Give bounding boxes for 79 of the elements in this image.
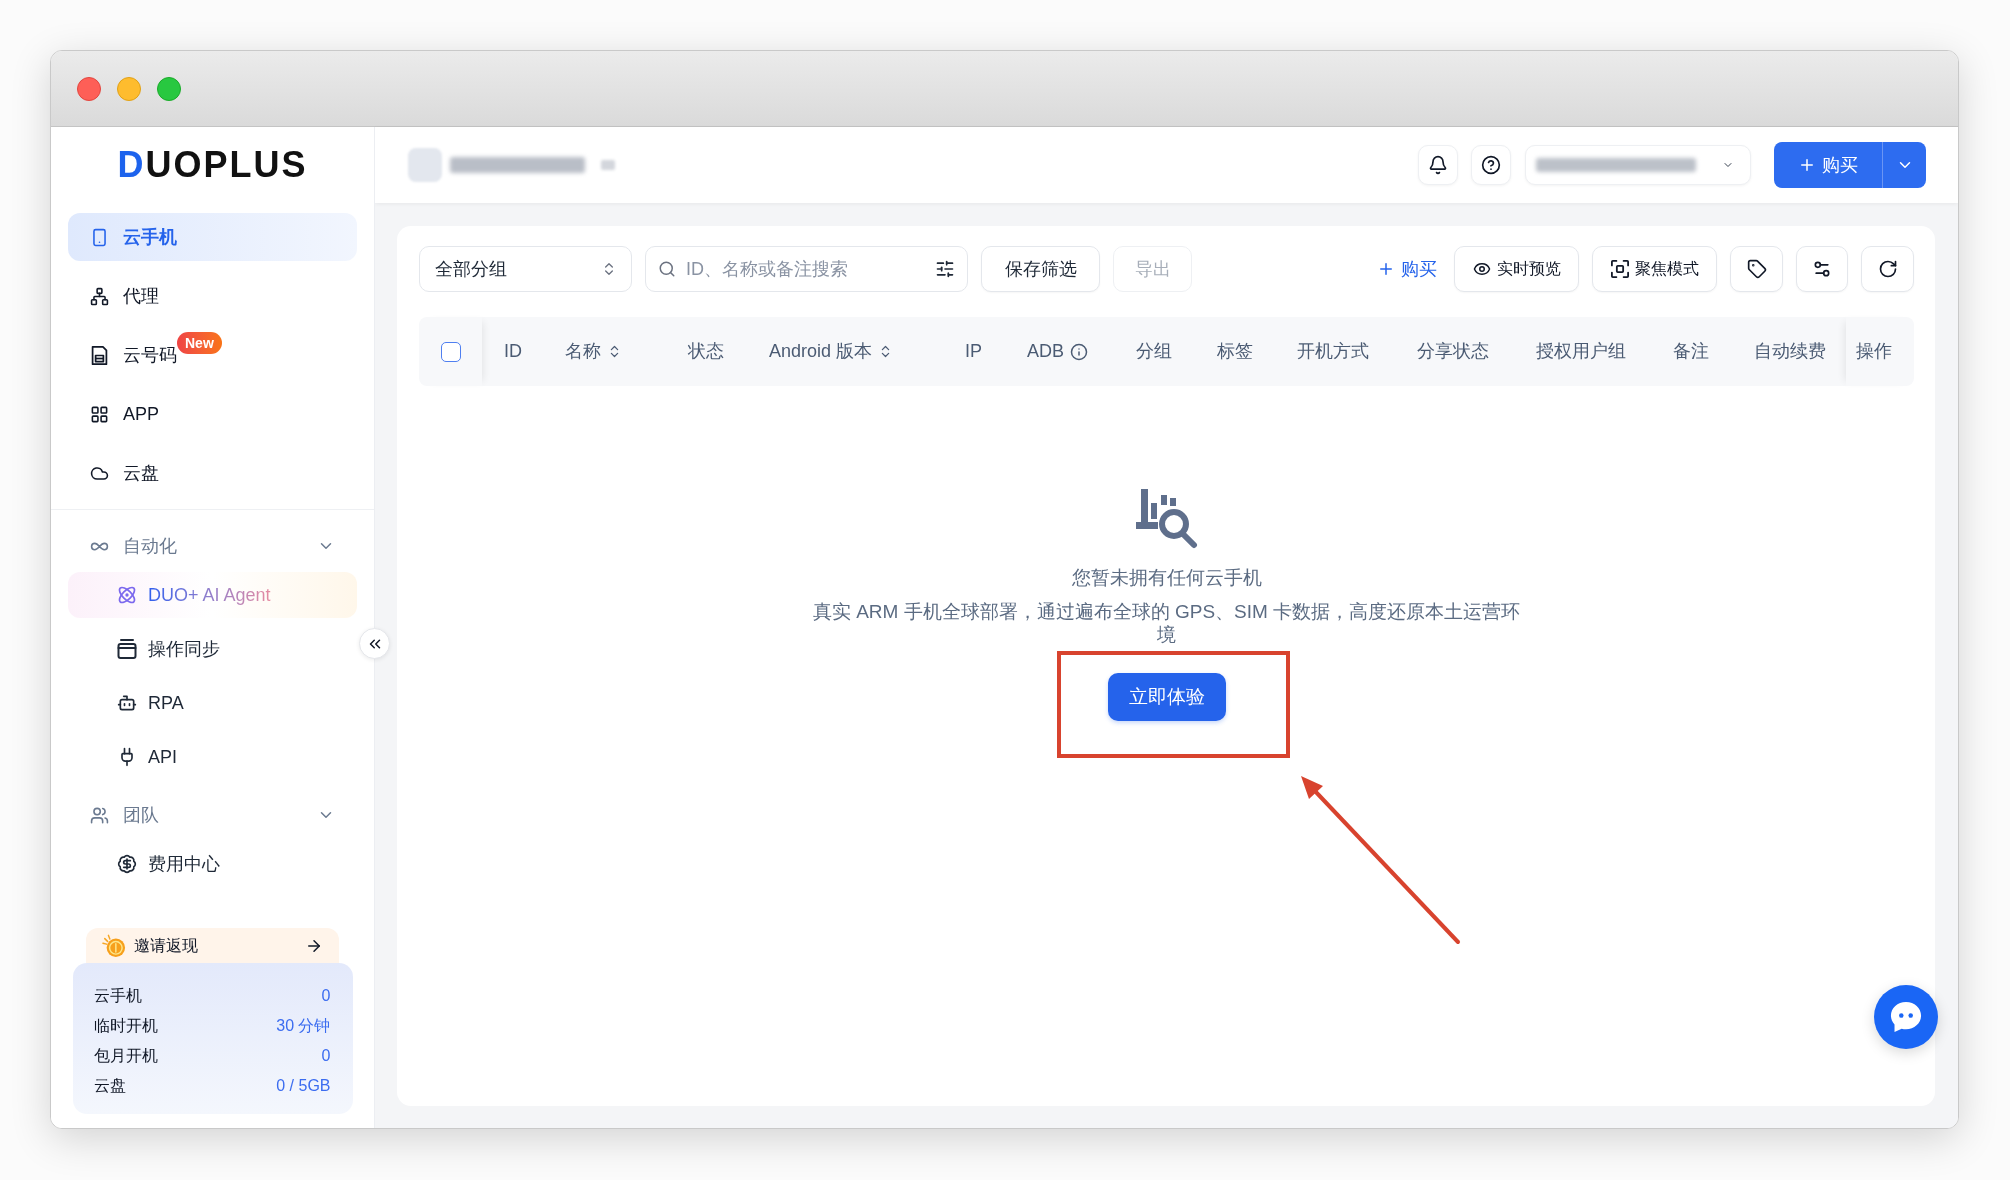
plus-icon	[1798, 156, 1816, 174]
sidebar-group-header[interactable]: 团队	[68, 791, 357, 839]
filter-icon[interactable]	[935, 259, 955, 279]
empty-state-title: 您暂未拥有任何云手机	[1071, 566, 1262, 590]
stat-value: 0 / 5GB	[276, 1076, 331, 1096]
tray-icon	[117, 639, 137, 659]
empty-state-description: 真实 ARM 手机全球部署，通过遍布全球的 GPS、SIM 卡数据，高度还原本土运营环境	[811, 600, 1522, 646]
stat-label: 临时开机	[93, 1016, 158, 1036]
stat-label: 包月开机	[93, 1046, 158, 1066]
chat-bubble-icon	[1889, 1001, 1923, 1033]
settings-button[interactable]	[1796, 246, 1848, 292]
search-field[interactable]: ID、名称或备注搜索	[645, 246, 968, 292]
tag-button[interactable]	[1730, 246, 1783, 292]
new-badge: New	[177, 332, 222, 354]
invite-banner[interactable]: 邀请返现	[86, 928, 339, 963]
refresh-icon	[1877, 259, 1898, 279]
column-header: 开机方式	[1297, 340, 1369, 363]
sidebar-item[interactable]: API	[68, 734, 357, 780]
column-header: IP	[965, 340, 982, 363]
sidebar-item[interactable]: 代理	[68, 272, 357, 320]
stat-value: 0	[321, 986, 331, 1006]
grid-icon	[90, 404, 109, 424]
info-icon[interactable]	[1070, 342, 1088, 361]
column-header: 备注	[1673, 340, 1709, 363]
network-icon	[90, 286, 109, 306]
try-now-button[interactable]: 立即体验	[1107, 673, 1226, 721]
buy-button[interactable]: 购买	[1774, 142, 1882, 188]
blurred-caret-placeholder	[601, 160, 615, 170]
buy-link[interactable]: 购买	[1372, 246, 1441, 292]
stat-value: 0	[321, 1046, 331, 1066]
notifications-button[interactable]	[1418, 145, 1458, 185]
atom-icon	[117, 585, 137, 605]
logo: DUOPLUS	[117, 145, 308, 185]
stat-label: 云盘	[93, 1076, 126, 1096]
select-all-checkbox[interactable]	[440, 341, 461, 362]
stat-value: 30 分钟	[276, 1016, 331, 1036]
live-preview-button[interactable]: 实时预览	[1454, 246, 1579, 292]
focus-frame-icon	[1610, 260, 1629, 278]
column-header: 授权用户组	[1536, 340, 1626, 363]
phone-icon	[90, 227, 109, 247]
column-header: ADB	[1027, 340, 1064, 363]
sim-card-icon	[90, 345, 109, 365]
stat-label: 云手机	[93, 986, 142, 1006]
column-header: 标签	[1217, 340, 1253, 363]
sidebar-group-header[interactable]: 自动化	[68, 522, 357, 570]
column-header: 状态	[688, 340, 724, 363]
column-header: ID	[504, 340, 522, 363]
chart-search-icon	[1135, 489, 1198, 549]
column-header: 分享状态	[1417, 340, 1489, 363]
sidebar-item[interactable]: APP	[68, 390, 357, 438]
settings-icon	[1812, 259, 1832, 279]
sidebar-item[interactable]: 云手机	[68, 213, 357, 261]
window-close-button[interactable]	[77, 76, 101, 101]
sidebar-item[interactable]: 云盘	[68, 449, 357, 497]
users-icon	[90, 805, 109, 825]
buy-options-button[interactable]	[1882, 142, 1926, 188]
save-filter-button[interactable]: 保存筛选	[981, 246, 1100, 292]
dollar-badge-icon	[117, 854, 137, 874]
eye-icon	[1472, 260, 1491, 278]
sidebar-item[interactable]: 操作同步	[68, 626, 357, 672]
sidebar-item[interactable]: RPA	[68, 680, 357, 726]
tag-icon	[1746, 259, 1767, 279]
column-header: 操作	[1856, 340, 1892, 363]
group-select[interactable]: 全部分组	[419, 246, 632, 292]
help-icon	[1481, 155, 1501, 175]
refresh-button[interactable]	[1861, 246, 1914, 292]
column-header: Android 版本	[769, 340, 873, 363]
help-button[interactable]	[1471, 145, 1511, 185]
search-icon	[658, 260, 676, 278]
column-header: 自动续费	[1754, 340, 1826, 363]
column-header: 分组	[1136, 340, 1172, 363]
bell-icon	[1428, 155, 1448, 175]
robot-icon	[117, 693, 137, 713]
sidebar-item[interactable]: 费用中心	[68, 841, 357, 887]
coin-icon	[102, 933, 126, 958]
sidebar-item[interactable]: 云号码 New	[68, 331, 357, 379]
column-header: 名称	[565, 340, 601, 363]
blurred-avatar-placeholder	[408, 148, 442, 182]
focus-mode-button[interactable]: 聚焦模式	[1592, 246, 1717, 292]
